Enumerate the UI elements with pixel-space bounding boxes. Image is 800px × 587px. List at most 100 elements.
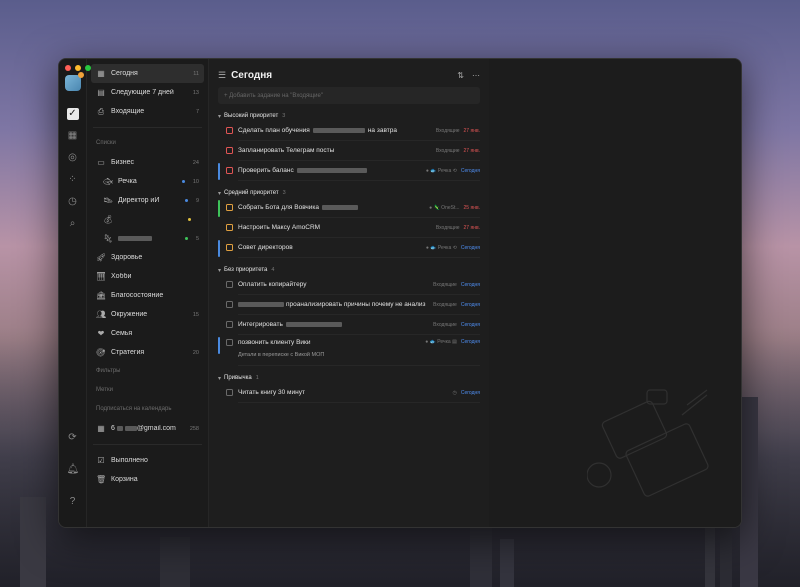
- sidebar-item[interactable]: 🏦︎ Благосостояние: [91, 286, 204, 305]
- sidebar-item[interactable]: ❤ Семья: [91, 324, 204, 343]
- task-title-text: Сделать план обучения: [238, 127, 310, 134]
- task-list-tag: Входящие: [435, 224, 460, 231]
- divider: [238, 365, 480, 366]
- sidebar-item[interactable]: ▭ Бизнес 24: [91, 153, 204, 172]
- folder-icon: ▭: [97, 158, 105, 167]
- calendar-icon[interactable]: ▦: [67, 130, 79, 142]
- sidebar-item[interactable]: ☑ Выполнено: [91, 451, 204, 470]
- task-row[interactable]: позвонить клиенту Вики ● 🐟 Речка ▤ Сегодня…: [218, 335, 480, 365]
- due-date[interactable]: 27 янв.: [464, 128, 480, 134]
- sidebar-item[interactable]: ▦ Сегодня 11: [91, 64, 204, 83]
- chevron-down-icon[interactable]: ▾: [218, 267, 221, 274]
- checkbox-tasks-icon[interactable]: ✓: [66, 108, 79, 120]
- due-date[interactable]: Сегодня: [461, 245, 480, 251]
- task-checkbox[interactable]: [226, 147, 233, 154]
- sidebar-item[interactable]: 🦎︎ 5: [91, 229, 204, 248]
- task-checkbox[interactable]: [226, 244, 233, 251]
- sort-icon[interactable]: ⇅: [457, 71, 464, 80]
- task-list-tag: Входящие: [433, 281, 457, 288]
- item-count: 11: [193, 70, 199, 77]
- due-date[interactable]: Сегодня: [461, 339, 480, 345]
- due-date[interactable]: Сегодня: [461, 168, 480, 174]
- calendar-subscribe-header[interactable]: Подписаться на календарь: [91, 400, 204, 419]
- group-count: 3: [282, 190, 286, 196]
- task-checkbox[interactable]: [226, 224, 233, 231]
- sidebar-item[interactable]: 🚀︎ Здоровье: [91, 248, 204, 267]
- task-checkbox[interactable]: [226, 281, 233, 288]
- sidebar-item[interactable]: 🎯︎ Стратегия 20: [91, 343, 204, 362]
- due-date[interactable]: 25 янв.: [464, 205, 480, 211]
- detail-panel: [489, 59, 741, 527]
- sidebar-item[interactable]: ⎙ Входящие 7: [91, 102, 204, 121]
- search-icon[interactable]: ⌕: [67, 218, 79, 230]
- due-date[interactable]: 27 янв.: [464, 225, 480, 231]
- task-row[interactable]: Читать книгу 30 минут ◷ Сегодня: [218, 383, 480, 402]
- task-description: Детали в переписке с Викой МОП: [238, 352, 325, 358]
- close-window-button[interactable]: [65, 65, 71, 71]
- more-icon[interactable]: ⋯: [472, 71, 480, 80]
- task-checkbox[interactable]: [226, 389, 233, 396]
- heart-icon: ❤: [97, 329, 105, 338]
- task-list-tag: ● 🐟 Речка ▤: [425, 339, 457, 345]
- minimize-window-button[interactable]: [75, 65, 81, 71]
- task-row[interactable]: Собрать Бота для Вовчика ● 🦎 OneSt... 25 я…: [218, 198, 480, 217]
- task-row[interactable]: Сделать план обучения на завтра Входящие 27…: [218, 121, 480, 140]
- sidebar-item[interactable]: ▤ Следующие 7 дней 13: [91, 83, 204, 102]
- zoom-window-button[interactable]: [85, 65, 91, 71]
- bell-icon[interactable]: 🔔︎: [67, 464, 80, 476]
- priority-group-header[interactable]: ▾ Средний приоритет 3: [218, 188, 480, 198]
- sidebar-item[interactable]: 👟︎ Директор иИ 9: [91, 191, 204, 210]
- filters-header[interactable]: Фильтры: [91, 362, 204, 381]
- priority-group-header[interactable]: ▾ Высокий приоритет 3: [218, 111, 480, 121]
- task-list-tag: ◷: [452, 389, 457, 396]
- list-color-bar: [218, 240, 220, 257]
- task-row[interactable]: Оплатить копирайтеру Входящие Сегодня: [218, 275, 480, 294]
- task-checkbox[interactable]: [226, 204, 233, 211]
- avatar[interactable]: [64, 72, 84, 91]
- priority-group-header[interactable]: ▾ Привычка 1: [218, 373, 480, 383]
- sidebar-item[interactable]: 🐟︎ Речка 10: [91, 172, 204, 191]
- divider: [238, 180, 480, 181]
- task-checkbox[interactable]: [226, 301, 233, 308]
- task-checkbox[interactable]: [226, 321, 233, 328]
- task-row[interactable]: Проверить баланс ● 🐟 Речка ⟲ Сегодня: [218, 161, 480, 180]
- calendar-account-item[interactable]: ▦ 6 @gmail.com 258: [91, 419, 204, 438]
- account-prefix: 6: [111, 425, 115, 432]
- task-row[interactable]: Интегрировать Входящие Сегодня: [218, 315, 480, 334]
- task-row[interactable]: Настроить Максу AmoCRM Входящие 27 янв.: [218, 218, 480, 237]
- priority-group-header[interactable]: ▾ Без приоритета 4: [218, 265, 480, 275]
- sidebar-item[interactable]: 🎹︎ Хобби: [91, 267, 204, 286]
- sidebar-item[interactable]: 💰︎: [91, 210, 204, 229]
- menu-icon[interactable]: ☰: [218, 70, 226, 81]
- task-checkbox[interactable]: [226, 339, 233, 346]
- clock-icon[interactable]: ◷: [67, 196, 79, 208]
- help-icon[interactable]: ?: [67, 496, 79, 508]
- chevron-down-icon[interactable]: ▾: [218, 190, 221, 197]
- due-date[interactable]: Сегодня: [461, 282, 480, 288]
- task-checkbox[interactable]: [226, 127, 233, 134]
- task-title-text: на завтра: [367, 127, 397, 134]
- icon-rail: ✓ ▦ ◎ ⁘ ◷ ⌕ ⟳ 🔔︎ ?: [59, 59, 87, 527]
- due-date[interactable]: Сегодня: [461, 302, 480, 308]
- chevron-down-icon[interactable]: ▾: [218, 113, 221, 120]
- sync-icon[interactable]: ⟳: [67, 432, 79, 444]
- task-row[interactable]: Запланировать Телеграм посты Входящие 27 я…: [218, 141, 480, 160]
- tower: [470, 527, 492, 587]
- tags-header[interactable]: Метки: [91, 381, 204, 400]
- sidebar-item[interactable]: 👥︎ Окружение 15: [91, 305, 204, 324]
- due-date[interactable]: Сегодня: [461, 322, 480, 328]
- target-icon[interactable]: ◎: [67, 152, 79, 164]
- due-date[interactable]: Сегодня: [461, 390, 480, 396]
- sidebar-item[interactable]: 🗑︎ Корзина: [91, 470, 204, 489]
- add-task-input[interactable]: + Добавить задание на "Входящие": [218, 87, 480, 104]
- task-row[interactable]: проанализировать причины почему не анали…: [218, 295, 480, 314]
- grid-icon[interactable]: ⁘: [67, 174, 79, 186]
- empty-state-illustration: [587, 389, 709, 497]
- due-date[interactable]: 27 янв.: [464, 148, 480, 154]
- group-count: 4: [271, 267, 275, 273]
- target-icon: 🎯︎: [96, 348, 107, 357]
- redacted-text: [118, 235, 152, 241]
- task-checkbox[interactable]: [226, 167, 233, 174]
- chevron-down-icon[interactable]: ▾: [218, 375, 221, 382]
- task-row[interactable]: Совет директоров ● 🐟 Речка ⟲ Сегодня: [218, 238, 480, 257]
